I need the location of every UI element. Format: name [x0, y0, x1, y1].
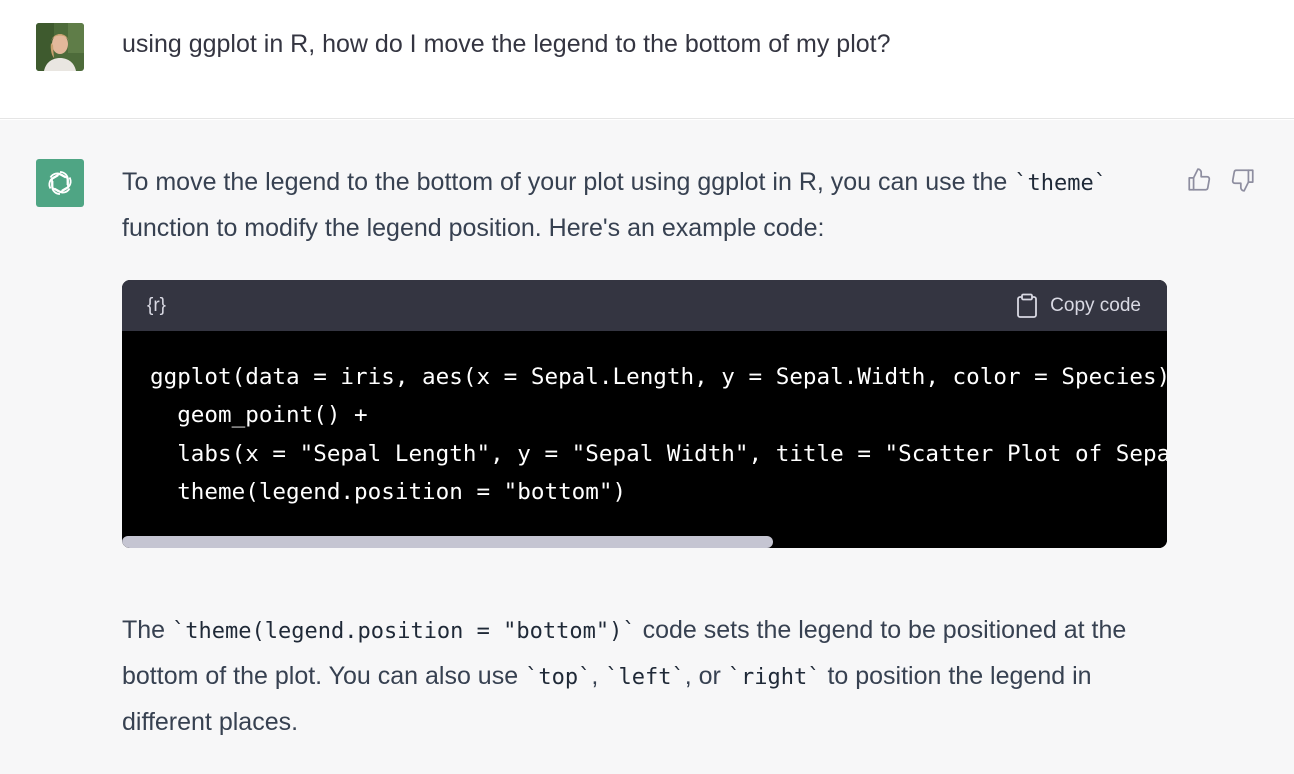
intro-text-2: function to modify the legend position. … [122, 214, 825, 242]
inline-code-theme: `theme` [1014, 171, 1107, 196]
thumbs-up-icon [1188, 168, 1211, 191]
copy-code-button[interactable]: Copy code [1016, 293, 1141, 319]
user-message-row: using ggplot in R, how do I move the leg… [0, 0, 1294, 119]
thumbs-down-icon [1231, 169, 1254, 192]
inline-code-top: `top` [525, 665, 592, 690]
code-line: theme(legend.position = "bottom") [150, 478, 627, 505]
code-line: geom_point() + [150, 402, 368, 429]
horizontal-scrollbar[interactable] [122, 536, 1167, 548]
code-lines: ggplot(data = iris, aes(x = Sepal.Length… [150, 358, 1167, 511]
code-language-label: {r} [147, 294, 167, 316]
outro-text-4: , or [684, 662, 728, 690]
outro-text-3: , [591, 662, 606, 690]
inline-code-right: `right` [727, 665, 821, 690]
code-block: {r} Copy code ggplot(data = iris, aes(x … [122, 280, 1167, 548]
user-avatar [36, 23, 84, 71]
assistant-message-row: To move the legend to the bottom of your… [0, 120, 1294, 774]
inline-code-left: `left` [605, 665, 685, 690]
clipboard-icon [1017, 293, 1038, 318]
code-body: ggplot(data = iris, aes(x = Sepal.Length… [122, 331, 1167, 548]
inline-code-theme-bottom: `theme(legend.position = "bottom")` [172, 619, 636, 644]
code-block-header: {r} Copy code [122, 280, 1167, 331]
intro-text-1: To move the legend to the bottom of your… [122, 168, 1015, 196]
code-line: ggplot(data = iris, aes(x = Sepal.Length… [150, 364, 1167, 390]
thumbs-up-button[interactable] [1185, 166, 1213, 194]
copy-code-label: Copy code [1050, 294, 1141, 316]
chatgpt-logo-icon [36, 159, 84, 207]
code-line: labs(x = "Sepal Length", y = "Sepal Widt… [177, 440, 1167, 467]
thumbs-down-button[interactable] [1229, 166, 1257, 194]
outro-text-1: The [122, 616, 173, 644]
assistant-intro-paragraph: To move the legend to the bottom of your… [122, 160, 1167, 250]
scrollbar-thumb[interactable] [122, 536, 773, 548]
user-message-text: using ggplot in R, how do I move the leg… [122, 30, 891, 58]
assistant-outro-paragraph: The `theme(legend.position = "bottom")` … [122, 608, 1167, 744]
